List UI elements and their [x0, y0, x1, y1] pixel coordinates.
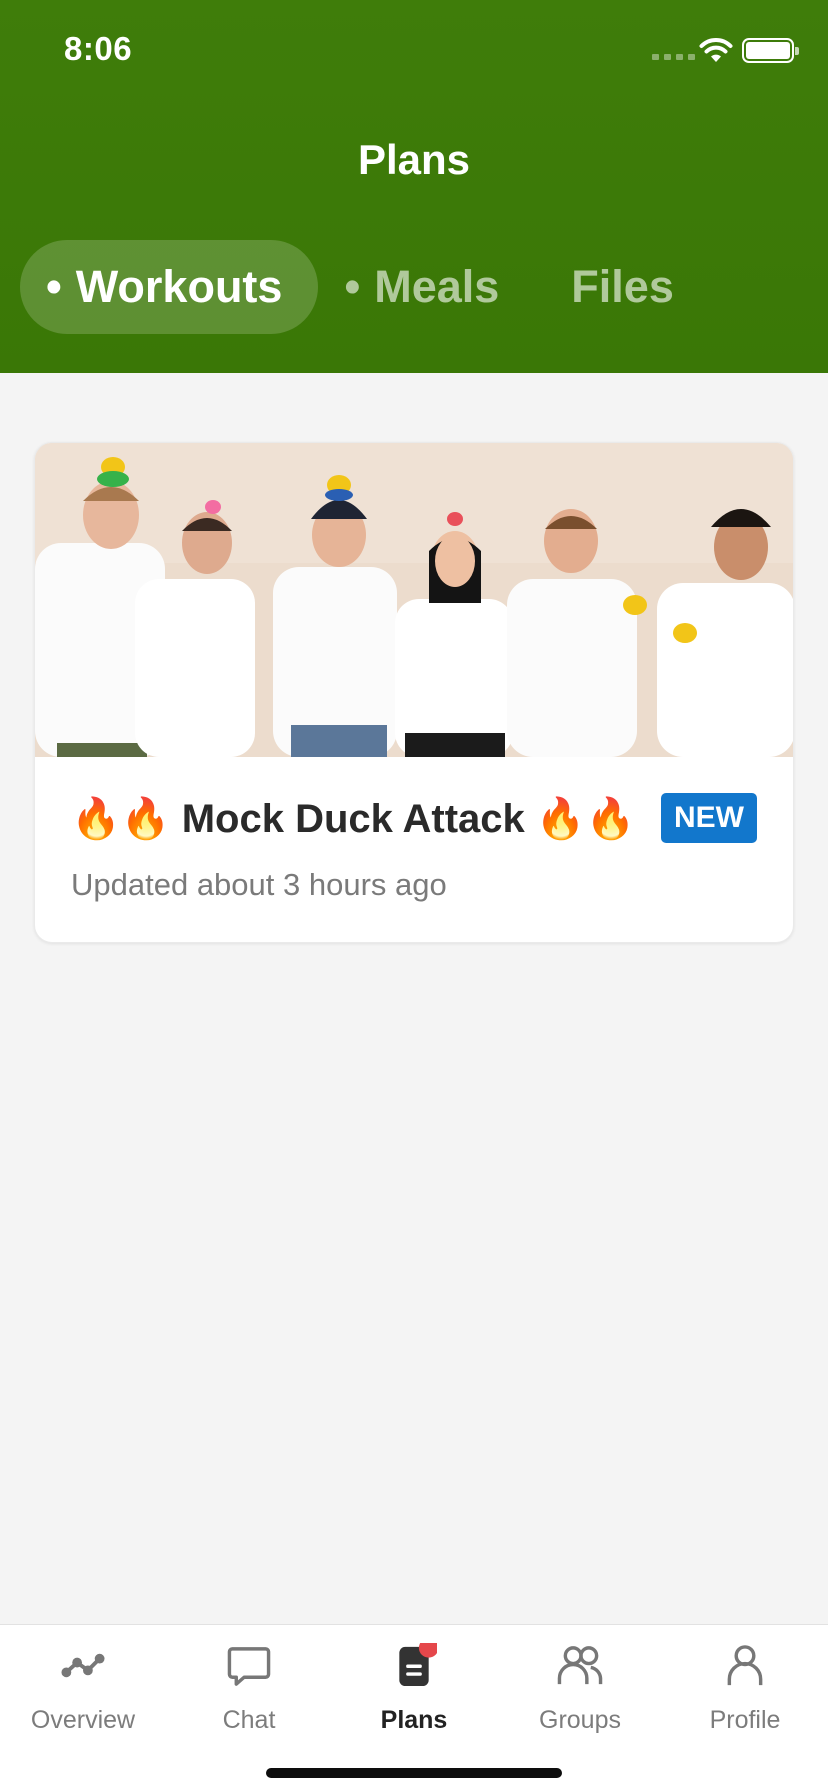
- tab-workouts[interactable]: • Workouts: [20, 240, 319, 334]
- nav-plans[interactable]: Plans: [331, 1625, 497, 1735]
- nav-label: Chat: [222, 1706, 276, 1734]
- status-time: 8:06: [64, 30, 133, 67]
- profile-icon: [727, 1645, 763, 1686]
- groups-icon: [557, 1646, 603, 1685]
- header: 8:06 Plans • Workouts • Meals Files: [0, 0, 828, 373]
- nav-chat[interactable]: Chat: [166, 1625, 332, 1735]
- status-bar: 8:06: [0, 0, 828, 100]
- tab-meals[interactable]: • Meals: [318, 240, 529, 334]
- tab-dot: •: [46, 261, 62, 312]
- bottom-tab-bar: Overview Chat Plans Groups Profile: [0, 1624, 828, 1792]
- new-badge: NEW: [661, 793, 757, 843]
- battery-icon: [742, 38, 799, 63]
- team-photo: [35, 443, 793, 757]
- overview-icon: [61, 1653, 105, 1678]
- page-title: Plans: [357, 136, 471, 183]
- nav-overview[interactable]: Overview: [0, 1625, 166, 1735]
- plan-title: 🔥🔥 Mock Duck Attack 🔥🔥: [71, 797, 636, 841]
- wifi-icon: [699, 38, 733, 62]
- nav-profile[interactable]: Profile: [662, 1625, 828, 1735]
- plan-type-tabs: • Workouts • Meals Files: [20, 240, 704, 334]
- tab-label: Workouts: [75, 261, 283, 312]
- cellular-signal-icon: [652, 54, 695, 60]
- nav-label: Groups: [539, 1706, 621, 1734]
- nav-label: Profile: [709, 1706, 781, 1734]
- plan-cover-image: [35, 443, 793, 757]
- nav-label: Plans: [380, 1706, 448, 1734]
- home-indicator[interactable]: [266, 1768, 562, 1778]
- tab-label: Meals: [374, 261, 500, 312]
- tab-label: Files: [571, 261, 674, 312]
- chat-icon: [227, 1647, 271, 1686]
- plans-icon: [399, 1643, 437, 1687]
- nav-groups[interactable]: Groups: [497, 1625, 663, 1735]
- plan-card[interactable]: 🔥🔥 Mock Duck Attack 🔥🔥 Updated about 3 h…: [34, 442, 794, 943]
- plan-updated-text: Updated about 3 hours ago: [71, 867, 447, 902]
- nav-label: Overview: [30, 1706, 136, 1734]
- tab-dot: •: [344, 261, 361, 312]
- tab-files[interactable]: Files: [529, 240, 704, 334]
